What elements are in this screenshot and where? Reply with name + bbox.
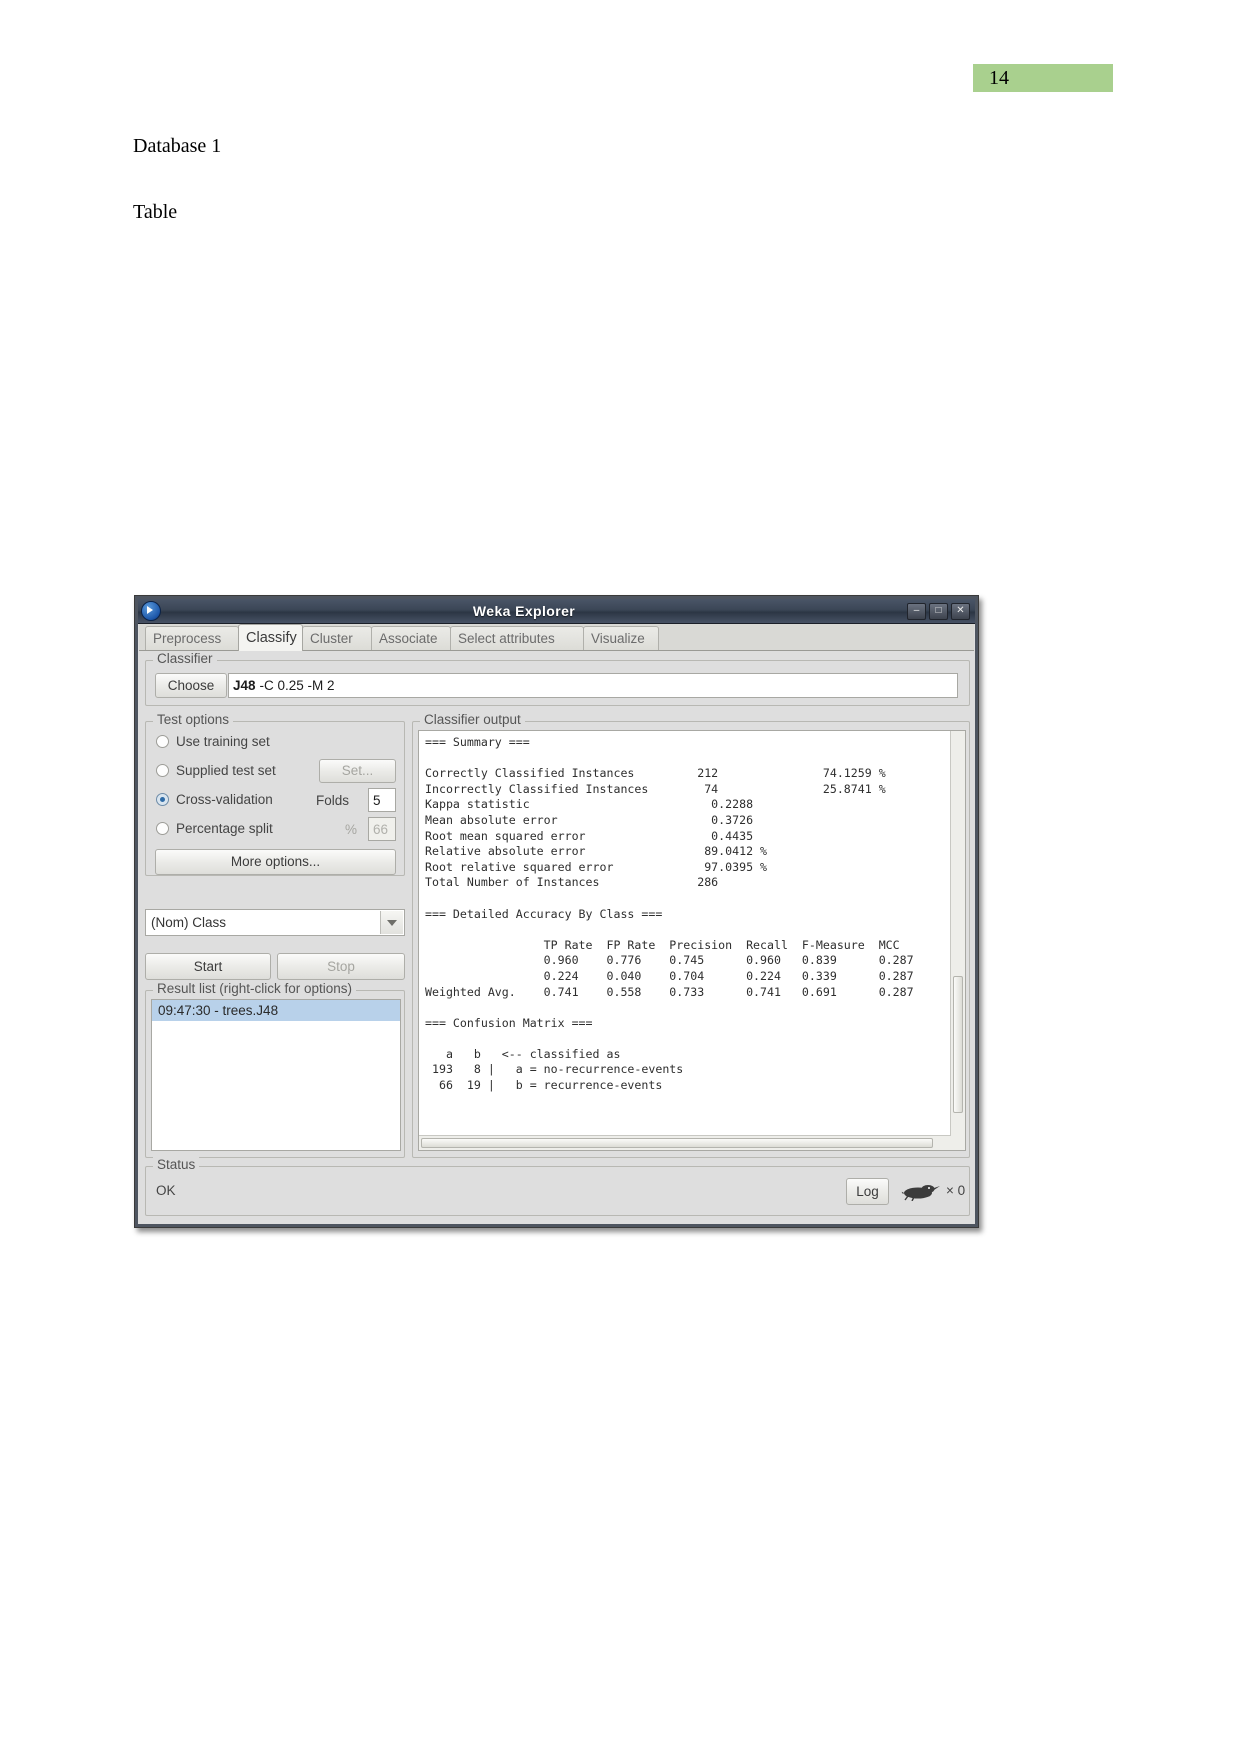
status-panel-title: Status [153, 1157, 200, 1172]
radio-label-use-training-set: Use training set [176, 734, 270, 749]
tab-visualize[interactable]: Visualize [583, 626, 659, 650]
page-number-band: 14 [973, 64, 1113, 92]
stop-button[interactable]: Stop [277, 953, 405, 980]
maximize-icon[interactable]: □ [929, 602, 948, 620]
minimize-icon[interactable]: – [907, 602, 926, 620]
tab-select-attributes[interactable]: Select attributes [450, 626, 584, 650]
window-controls: – □ ✕ [907, 602, 970, 620]
classifier-output-area[interactable]: === Summary === Correctly Classified Ins… [418, 730, 966, 1151]
choose-classifier-button[interactable]: Choose [155, 673, 227, 698]
output-vertical-scroll-thumb[interactable] [953, 976, 963, 1113]
radio-percentage-split[interactable]: Percentage split [156, 821, 273, 836]
status-text: OK [156, 1183, 176, 1198]
tab-cluster[interactable]: Cluster [302, 626, 372, 650]
window-titlebar[interactable]: Weka Explorer – □ ✕ [138, 599, 975, 624]
classifier-scheme-name: J48 [233, 678, 256, 693]
classifier-panel: Classifier Choose J48 -C 0.25 -M 2 [145, 651, 970, 706]
class-attribute-selector[interactable]: (Nom) Class [145, 909, 405, 936]
weka-explorer-window: Weka Explorer – □ ✕ Preprocess Classify … [134, 595, 979, 1228]
close-icon[interactable]: ✕ [951, 602, 970, 620]
radio-cross-validation[interactable]: Cross-validation [156, 792, 273, 807]
radio-indicator-cross-validation [156, 793, 169, 806]
document-heading-database: Database 1 [133, 135, 222, 157]
task-count: × 0 [946, 1183, 966, 1198]
result-list[interactable]: 09:47:30 - trees.J48 [151, 999, 401, 1151]
radio-supplied-test-set[interactable]: Supplied test set [156, 763, 276, 778]
tab-associate[interactable]: Associate [371, 626, 451, 650]
classifier-scheme-options: -C 0.25 -M 2 [259, 678, 335, 693]
weka-bird-icon [141, 601, 161, 621]
radio-label-supplied-test-set: Supplied test set [176, 763, 276, 778]
status-panel: Status OK Log × 0 [145, 1157, 970, 1216]
radio-label-cross-validation: Cross-validation [176, 792, 273, 807]
radio-indicator-percentage-split [156, 822, 169, 835]
test-options-panel: Test options Use training set Supplied t… [145, 712, 405, 876]
percentage-split-input[interactable]: 66 [368, 817, 396, 841]
classifier-panel-title: Classifier [153, 651, 217, 666]
set-test-set-button[interactable]: Set... [319, 759, 396, 783]
test-options-panel-title: Test options [153, 712, 234, 727]
folds-label: Folds [316, 793, 350, 808]
classifier-output-panel-title: Classifier output [420, 712, 525, 727]
tab-preprocess[interactable]: Preprocess [145, 626, 239, 650]
radio-use-training-set[interactable]: Use training set [156, 734, 270, 749]
tab-classify[interactable]: Classify [238, 624, 303, 651]
result-list-panel-title: Result list (right-click for options) [153, 981, 357, 996]
log-button[interactable]: Log [846, 1178, 889, 1205]
class-attribute-value: (Nom) Class [151, 915, 227, 930]
start-button[interactable]: Start [145, 953, 271, 980]
percent-label: % [345, 822, 358, 837]
classifier-output-panel: Classifier output === Summary === Correc… [412, 712, 970, 1158]
document-heading-table: Table [133, 201, 178, 223]
output-horizontal-scrollbar[interactable] [419, 1135, 951, 1150]
radio-indicator-supplied-test-set [156, 764, 169, 777]
weka-bird-animation-icon [901, 1185, 940, 1201]
more-options-button[interactable]: More options... [155, 849, 396, 875]
list-item[interactable]: 09:47:30 - trees.J48 [152, 1000, 400, 1021]
page-number: 14 [989, 67, 1009, 89]
radio-label-percentage-split: Percentage split [176, 821, 273, 836]
result-list-panel: Result list (right-click for options) 09… [145, 981, 405, 1158]
output-vertical-scrollbar[interactable] [950, 731, 965, 1150]
radio-indicator-use-training-set [156, 735, 169, 748]
folds-input[interactable]: 5 [368, 788, 396, 812]
chevron-down-icon[interactable] [380, 911, 403, 934]
window-title: Weka Explorer [472, 603, 576, 619]
output-horizontal-scroll-thumb[interactable] [421, 1138, 933, 1148]
classifier-output-text: === Summary === Correctly Classified Ins… [425, 735, 914, 1093]
main-tabstrip: Preprocess Classify Cluster Associate Se… [139, 624, 974, 651]
classifier-scheme-field[interactable]: J48 -C 0.25 -M 2 [228, 673, 958, 698]
